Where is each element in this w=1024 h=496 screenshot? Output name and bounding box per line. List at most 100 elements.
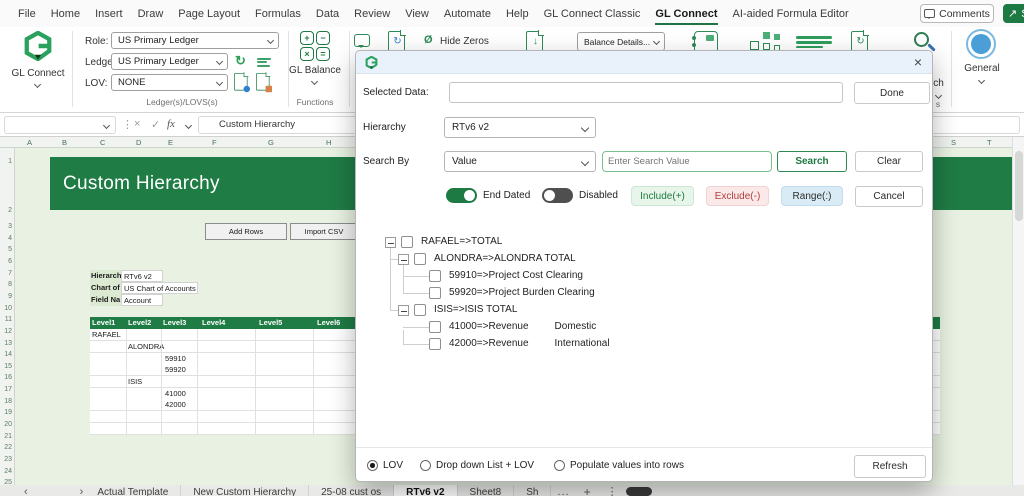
collapse-toggle-icon[interactable] [398,254,409,265]
name-box[interactable] [4,116,116,134]
range-button[interactable]: Range(:) [781,186,843,206]
gl-balance-dropdown-icon[interactable] [311,78,318,85]
menu-tab-data[interactable]: Data [316,8,339,20]
tree-checkbox[interactable] [429,287,441,299]
menu-tab-page-layout[interactable]: Page Layout [178,8,240,20]
tree-checkbox[interactable] [414,253,426,265]
ledger-select[interactable]: US Primary Ledger [111,53,228,70]
refresh-ledger-icon[interactable]: ↻ [235,53,246,69]
exclude-button[interactable]: Exclude(-) [706,186,769,206]
chart-of-accounts-cell-value[interactable]: US Chart of Accounts [121,282,198,294]
field-name-cell-label[interactable]: Field Na [90,294,121,306]
sheet-tab[interactable]: Sh [514,485,551,496]
tree-item-label[interactable]: 42000=>RevenueInternational [449,338,610,349]
tree-checkbox[interactable] [429,270,441,282]
selected-data-input[interactable] [449,82,843,103]
menu-tab-gl-connect[interactable]: GL Connect [655,8,717,25]
search-by-select[interactable]: Value [444,151,596,172]
menu-tab-gl-connect-classic[interactable]: GL Connect Classic [544,8,641,20]
comments-button[interactable]: Comments [920,4,994,23]
include-button[interactable]: Include(+) [631,186,694,206]
ledger-list-icon[interactable] [257,56,273,68]
vertical-scrollbar[interactable] [1012,137,1024,485]
tree-item-label[interactable]: RAFAEL=>TOTAL [421,236,502,247]
dialog-title-bar[interactable]: × [356,51,932,74]
general-dropdown-icon[interactable] [978,77,985,84]
hide-zeros-label[interactable]: Hide Zeros [440,36,489,47]
search-button[interactable]: Search [777,151,847,172]
add-rows-button[interactable]: Add Rows [205,223,287,240]
scrollbar-thumb[interactable] [1015,151,1023,221]
import-csv-button[interactable]: Import CSV [290,223,358,240]
lov-radio[interactable] [367,460,378,471]
field-name-cell-value[interactable]: Account [121,294,163,306]
tree-checkbox[interactable] [429,321,441,333]
menu-tab-view[interactable]: View [405,8,429,20]
confirm-entry-icon[interactable]: ✓ [151,118,160,131]
end-dated-toggle[interactable] [446,188,477,203]
next-sheet-icon[interactable]: › [80,485,84,496]
tree-item-label[interactable]: ALONDRA=>ALONDRA TOTAL [434,253,576,264]
more-sheets-icon[interactable]: ... [557,485,569,496]
sheet-tab[interactable]: New Custom Hierarchy [181,485,309,496]
tree-item-label[interactable]: 59910=>Project Cost Clearing [449,270,583,281]
hierarchy-name-cell-value[interactable]: RTv6 v2 [121,270,163,282]
share-button[interactable]: ↗ S [1003,4,1024,23]
sheet-tab[interactable]: Sheet8 [458,485,515,496]
populate-values-radio[interactable] [554,460,565,471]
cancel-button[interactable]: Cancel [855,186,923,207]
menu-tab-draw[interactable]: Draw [138,8,164,20]
tree-item-label[interactable]: 41000=>RevenueDomestic [449,321,596,332]
add-sheet-icon[interactable]: + [584,485,591,496]
tree-checkbox[interactable] [429,338,441,350]
sheet-tab[interactable]: Actual Template [85,485,181,496]
sheet-tab-active[interactable]: RTv6 v2 [394,485,457,496]
gl-connect-dropdown-icon[interactable] [34,81,41,88]
lov-select[interactable]: NONE [111,74,228,91]
hierarchy-name-cell-label[interactable]: Hierarch [90,270,121,282]
insert-function-icon[interactable]: fx [167,118,175,130]
hierarchy-select[interactable]: RTv6 v2 [444,117,596,138]
done-button[interactable]: Done [854,82,930,104]
remove-lov-document-icon[interactable] [256,73,270,91]
close-icon[interactable]: × [914,54,922,70]
search-icon[interactable] [914,32,929,47]
row-headers[interactable]: 1 2 3 4 5 6 7 8 9 10 11 12 13 14 15 16 1… [0,148,15,485]
disabled-toggle[interactable] [542,188,573,203]
menu-tab-formulas[interactable]: Formulas [255,8,301,20]
tree-item-label[interactable]: ISIS=>ISIS TOTAL [434,304,517,315]
refresh-button[interactable]: Refresh [854,455,926,478]
chart-of-accounts-cell-label[interactable]: Chart of [90,282,121,294]
prev-sheet-icon[interactable]: ‹ [24,485,28,496]
general-format-icon[interactable] [966,29,996,59]
hide-zeros-icon[interactable]: Ø [424,34,433,46]
sheet-tab[interactable]: 25-08 cust os [309,485,394,496]
formula-bar-expand-icon[interactable] [185,122,192,129]
menu-tab-automate[interactable]: Automate [444,8,491,20]
name-box-dropdown-icon[interactable] [103,122,110,129]
menu-tab-help[interactable]: Help [506,8,529,20]
tree-checkbox[interactable] [414,304,426,316]
dropdown-list-lov-radio[interactable] [420,460,431,471]
collapse-toggle-icon[interactable] [385,237,396,248]
role-select[interactable]: US Primary Ledger [111,32,279,49]
menu-tab-ai-aided-formula-editor[interactable]: AI-aided Formula Editor [733,8,849,20]
gl-balance-button[interactable]: GL Balance [283,65,347,76]
menu-tab-file[interactable]: File [18,8,36,20]
gl-balance-calculator-icon[interactable]: +− ×= [300,31,330,61]
search-dropdown-icon[interactable] [935,92,942,99]
gl-connect-button[interactable]: GL Connect [8,68,68,79]
menu-tab-home[interactable]: Home [51,8,80,20]
cancel-entry-icon[interactable]: × [134,118,140,130]
balance-details-select[interactable]: Balance Details... [577,32,665,51]
collapse-toggle-icon[interactable] [398,305,409,316]
search-value-input[interactable] [602,151,772,172]
general-button[interactable]: General [954,63,1010,74]
tab-options-icon[interactable]: ⋮ [607,485,618,496]
menu-tab-review[interactable]: Review [354,8,390,20]
tree-item-label[interactable]: 59920=>Project Burden Clearing [449,287,595,298]
tree-checkbox[interactable] [401,236,413,248]
clear-button[interactable]: Clear [855,151,923,172]
add-lov-document-icon[interactable] [234,73,248,91]
summary-lines-icon[interactable] [796,34,832,50]
